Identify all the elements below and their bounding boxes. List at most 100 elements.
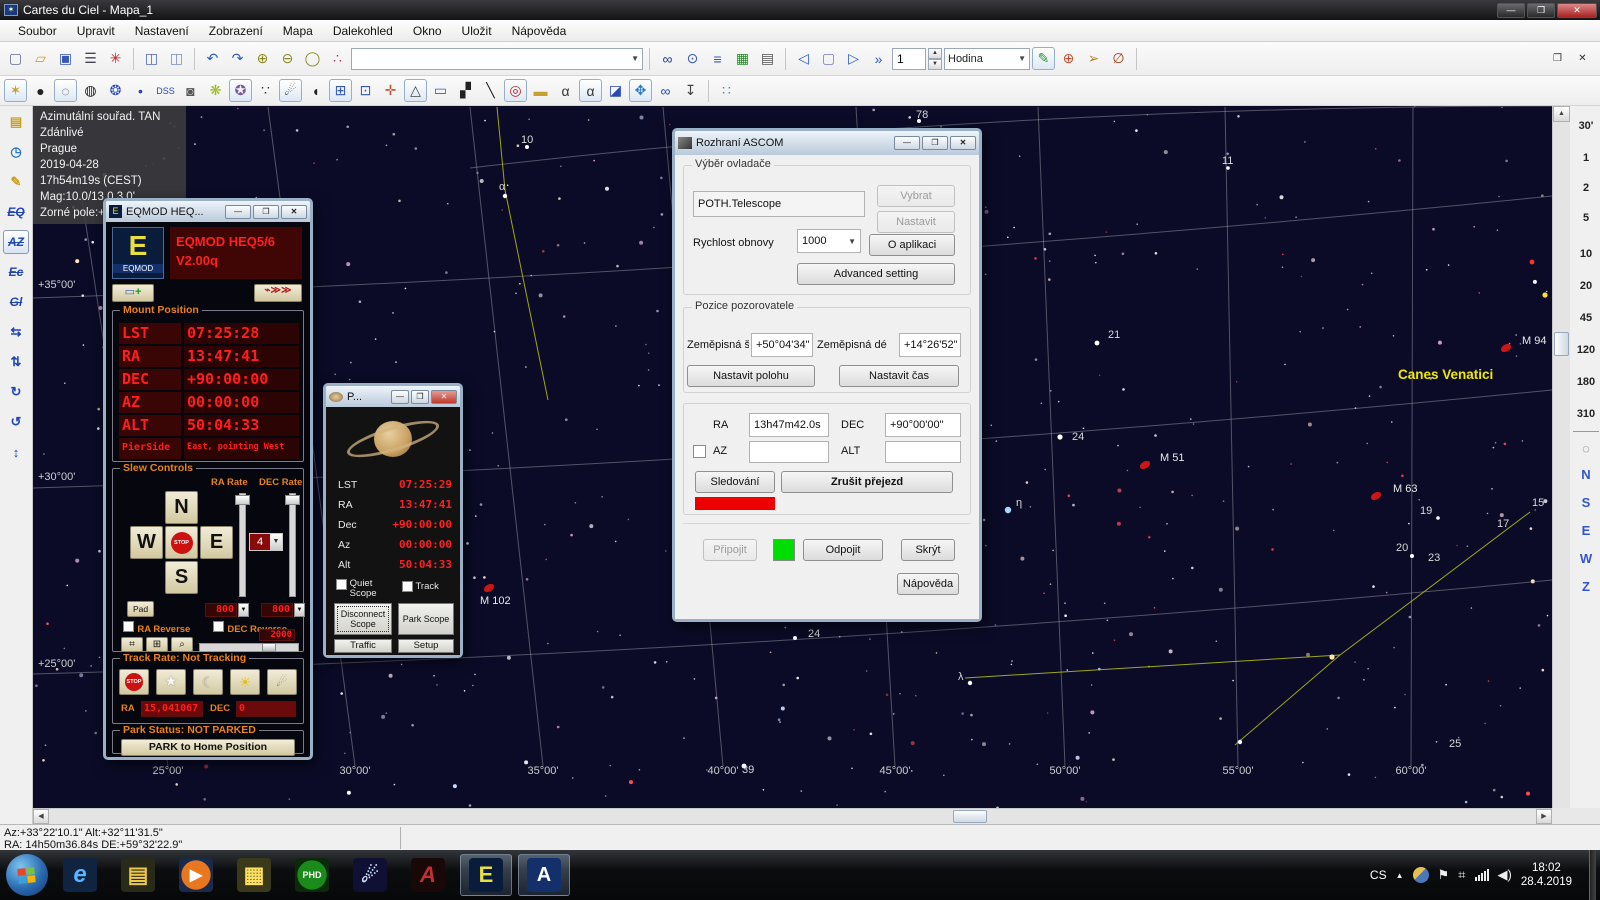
slew-goto-button[interactable]: ⌗ [121,637,143,652]
scroll-left-icon[interactable]: ◀ [33,809,49,824]
zoom-level-20[interactable]: 20 [1573,280,1599,292]
field-circle-icon[interactable]: ◎ [504,79,527,102]
longitude-field[interactable]: +14°26'52" [899,333,961,357]
menu-soubor[interactable]: Soubor [8,21,67,41]
clock[interactable]: 18:02 28.4.2019 [1521,861,1580,889]
object-search-combo[interactable]: ▼ [351,48,643,70]
center-cross-icon[interactable]: ⊕ [1057,47,1080,70]
label-alpha-icon[interactable]: α [554,79,577,102]
dock-toolbar-icon[interactable]: ❐ [1546,47,1569,70]
eqmod-minimize-button[interactable]: — [225,205,251,219]
signal-strength-icon[interactable] [1475,869,1489,881]
zoom-level-30m[interactable]: 30' [1573,120,1599,132]
ra-rate-down-icon[interactable]: ▼ [238,603,249,617]
ascom-title-bar[interactable]: Rozhraní ASCOM — ❐ ✕ [675,131,979,155]
dec-rate-down-icon[interactable]: ▼ [294,603,305,617]
refresh-rate-combo[interactable]: 1000▼ [797,229,861,253]
config-icon[interactable]: ✳ [104,47,127,70]
slew-west-button[interactable]: W [130,526,163,559]
eqmod-maximize-button[interactable]: ❐ [253,205,279,219]
horizontal-scrollbar[interactable]: ◀ ▶ [33,808,1552,824]
zoom-default-icon[interactable]: ◯ [301,47,324,70]
park-home-button[interactable]: PARK to Home Position [121,739,295,756]
tracking-button[interactable]: Sledování [695,471,775,493]
zoom-level-45[interactable]: 45 [1573,312,1599,324]
ascom-minimize-button[interactable]: — [894,136,920,150]
goto-az-field[interactable] [749,441,829,463]
driver-name-field[interactable]: POTH.Telescope [693,191,865,217]
label-select-icon[interactable]: α [579,79,602,102]
slew-stop-button[interactable]: STOP [165,526,198,559]
astro-imaging-taskbar-icon[interactable]: ☄ [344,854,396,896]
fov-frame-icon[interactable]: ▭ [429,79,452,102]
eqmod-setup-wrench-button[interactable]: ⌁≫≫ [254,284,302,302]
zoom-level-310[interactable]: 310 [1573,408,1599,420]
quiet-scope-checkbox[interactable]: Quiet Scope [336,579,390,599]
slew-pad-button[interactable]: Pad [127,601,154,617]
stickynotes-taskbar-icon[interactable]: ▦ [228,854,280,896]
config-dots-icon[interactable]: ∷ [715,79,738,102]
flip-horizontal-icon[interactable]: ⇆ [3,320,29,344]
constellation-line-icon[interactable]: ╲ [479,79,502,102]
redo-icon[interactable]: ↷ [226,47,249,70]
chart-cursor-icon[interactable]: ✎ [1032,47,1055,70]
scroll-up-icon[interactable]: ▲ [1553,106,1570,122]
coord-altaz-button[interactable]: AZ [3,230,29,254]
menu-zobrazeni[interactable]: Zobrazení [199,21,273,41]
chart-themes-icon[interactable]: ▤ [3,110,29,134]
dss-image-icon[interactable]: DSS [154,79,177,102]
track-custom-button[interactable]: ☄ [267,669,297,695]
night-vision-icon[interactable]: ◪ [604,79,627,102]
eqmod-display-plus-button[interactable]: ▭+ [112,284,154,302]
scroll-right-icon[interactable]: ▶ [1536,809,1552,824]
galaxy-image-icon[interactable]: ✪ [229,79,252,102]
copy-chart-icon[interactable]: ◫ [140,47,163,70]
observatory-notes-icon[interactable]: ✎ [3,170,29,194]
traffic-button[interactable]: Traffic [334,639,392,653]
set-position-button[interactable]: Nastavit polohu [687,365,815,387]
fov-indicator-icon[interactable]: ◌ [1575,438,1597,460]
goto-ra-field[interactable]: 13h47m42.0s [749,413,829,437]
time-unit-combo[interactable]: Hodina▼ [944,48,1030,70]
object-list-icon[interactable]: ≡ [706,47,729,70]
track-solar-button[interactable]: ☀ [230,669,260,695]
slew-grid-button[interactable]: ⊞ [146,637,168,652]
menu-okno[interactable]: Okno [403,21,452,41]
coord-galactic-button[interactable]: Gl [3,290,29,314]
telescope-link-icon[interactable]: ∞ [654,79,677,102]
search-binoculars-icon[interactable]: ∞ [656,47,679,70]
ascom-dialog[interactable]: Rozhraní ASCOM — ❐ ✕ Výběr ovladače POTH… [672,128,982,622]
track-checkbox[interactable]: Track [402,581,439,592]
track-sidereal-button[interactable]: ★ [156,669,186,695]
new-chart-icon[interactable]: ▢ [4,47,27,70]
pan-chart-icon[interactable]: ✥ [629,79,652,102]
slew-spiral-button[interactable]: ⌕ [171,637,193,652]
maximize-button[interactable]: ❐ [1527,3,1555,18]
slew-south-button[interactable]: S [165,561,198,594]
nav-button-W[interactable]: W [1575,548,1597,570]
start-button[interactable] [6,854,48,896]
select-driver-button[interactable]: Vybrat [877,185,955,207]
ra-reverse-checkbox[interactable]: RA Reverse [123,621,190,635]
eqmod-window[interactable]: E EQMOD HEQ... — ❐ ✕ E EQMOD EQMOD HEQ5/… [103,198,313,760]
step-back-icon[interactable]: ◁ [792,47,815,70]
ascom-taskbar-icon[interactable]: A [402,854,454,896]
zoom-level-1[interactable]: 1 [1573,152,1599,164]
menu-napoveda[interactable]: Nápověda [502,21,577,41]
time-step-input[interactable]: 1 [892,48,926,70]
cancel-slew-button[interactable]: Zrušit přejezd [781,471,953,493]
star-cluster-icon[interactable]: ∵ [254,79,277,102]
rotate-ccw-icon[interactable]: ↺ [3,410,29,434]
coord-ecliptic-button[interactable]: Ec [3,260,29,284]
comet-display-icon[interactable]: ☄ [279,79,302,102]
nav-button-S[interactable]: S [1575,492,1597,514]
milkyway-fill-icon[interactable]: ◖ [304,79,327,102]
onedrive-icon[interactable] [1413,867,1429,883]
object-highlight-icon[interactable]: ❋ [204,79,227,102]
wmp-taskbar-icon[interactable]: ▶ [170,854,222,896]
asteroid-display-icon[interactable]: • [129,79,152,102]
horizon-observer-icon[interactable]: △ [404,79,427,102]
phd2-taskbar-icon[interactable]: PHD [286,854,338,896]
dec-rate-slider-thumb[interactable] [285,495,300,505]
eqmod-close-button[interactable]: ✕ [281,205,307,219]
